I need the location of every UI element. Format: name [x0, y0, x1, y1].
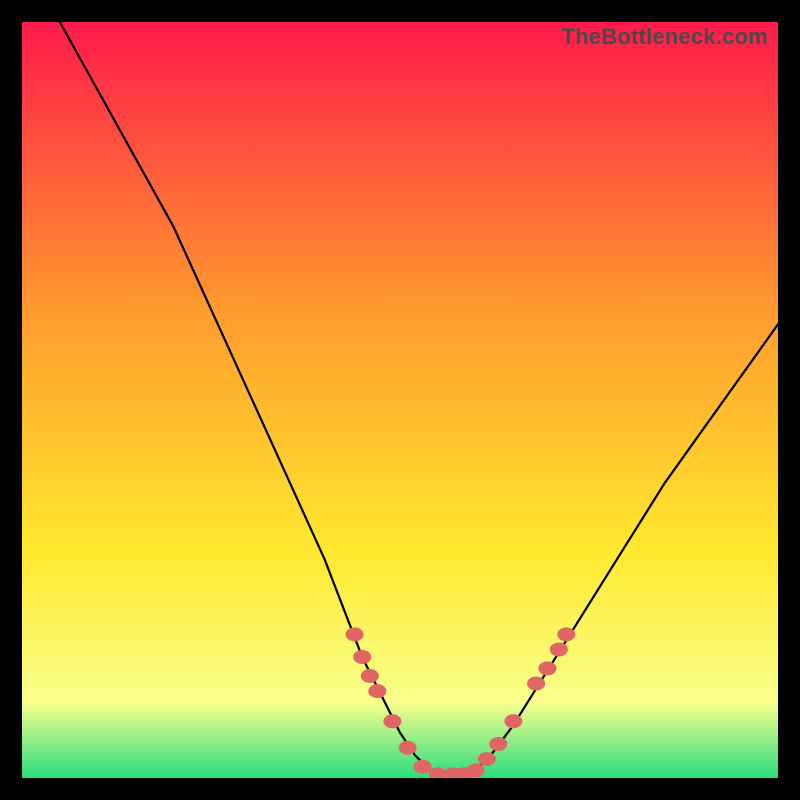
highlight-dot [504, 714, 522, 728]
highlight-dot [538, 661, 556, 675]
chart-frame: TheBottleneck.com [0, 0, 800, 800]
gradient-background [22, 22, 778, 778]
highlight-dot [414, 760, 432, 774]
highlight-dot [478, 752, 496, 766]
highlight-dot [527, 677, 545, 691]
highlight-dot [489, 737, 507, 751]
bottleneck-chart [22, 22, 778, 778]
highlight-dot [467, 763, 485, 777]
highlight-dot [383, 714, 401, 728]
highlight-dot [399, 741, 417, 755]
highlight-dot [368, 684, 386, 698]
highlight-dot [361, 669, 379, 683]
highlight-dot [557, 627, 575, 641]
highlight-dot [353, 650, 371, 664]
highlight-dot [550, 643, 568, 657]
plot-area: TheBottleneck.com [22, 22, 778, 778]
highlight-dot [346, 627, 364, 641]
